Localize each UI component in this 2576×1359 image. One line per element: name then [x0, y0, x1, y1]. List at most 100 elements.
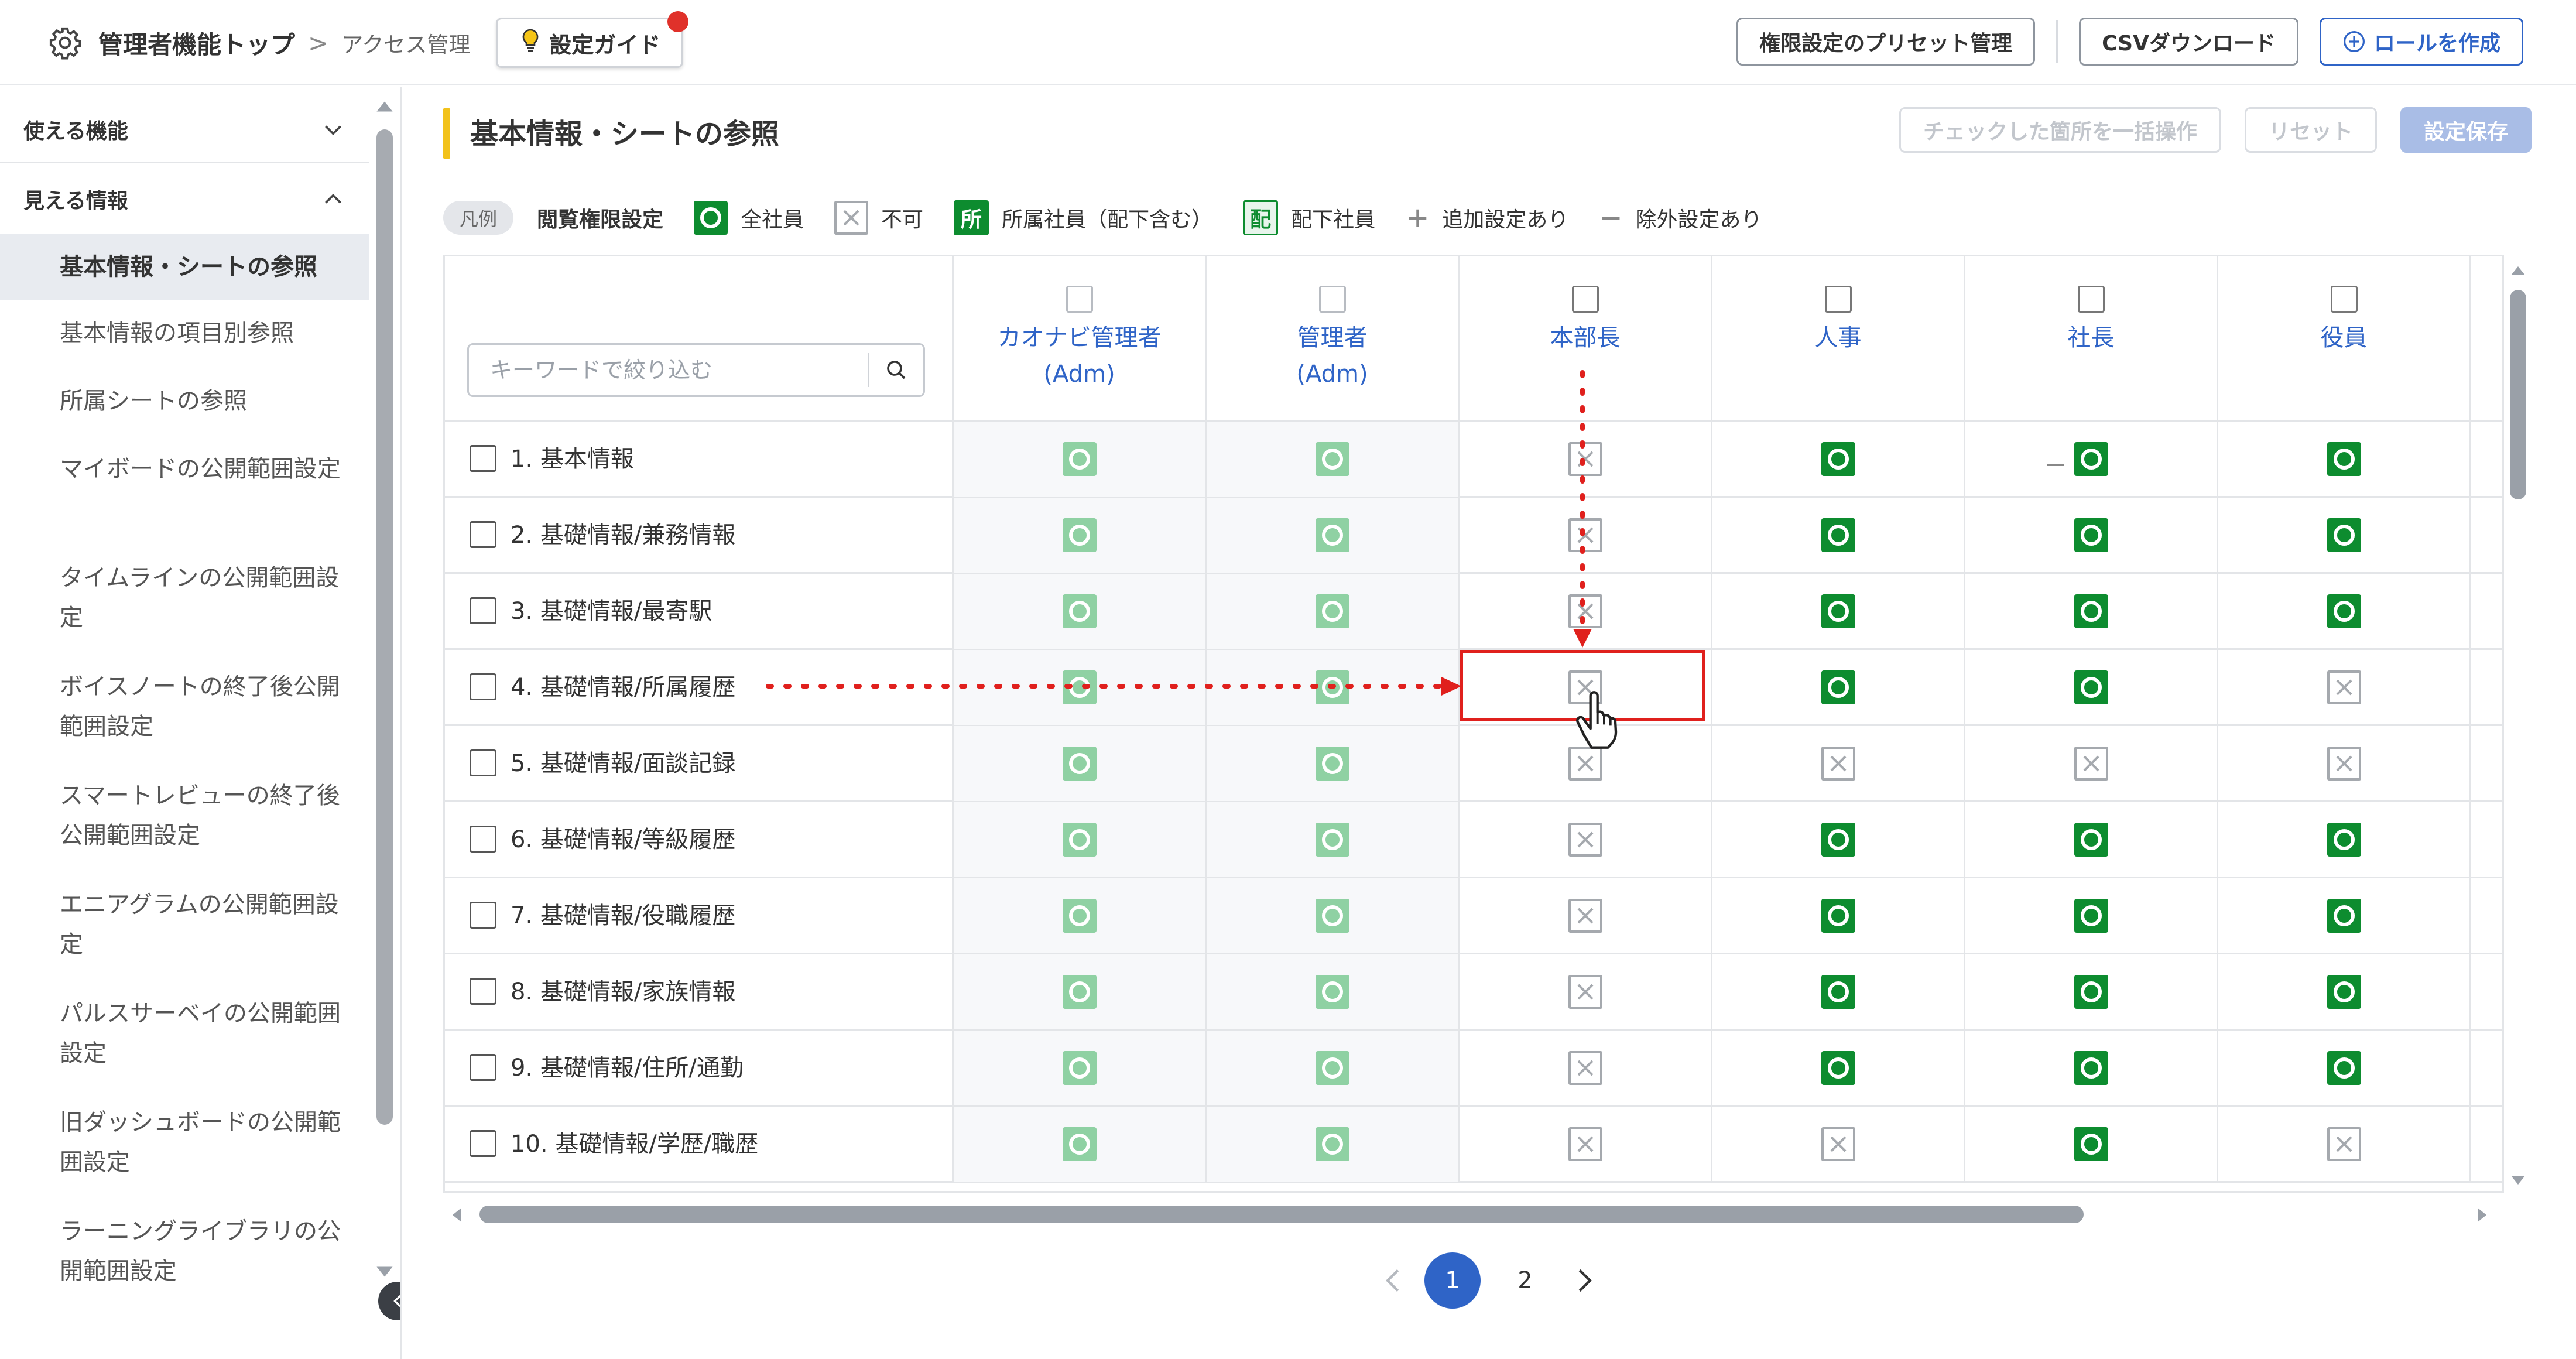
permission-cell[interactable]	[1711, 498, 1964, 573]
sidebar-item-basic-info-by-field[interactable]: 基本情報の項目別参照	[0, 313, 369, 353]
permission-cell[interactable]	[1964, 1031, 2217, 1105]
permission-cell[interactable]	[1964, 574, 2217, 649]
save-settings-button[interactable]: 設定保存	[2400, 107, 2532, 153]
permission-cell[interactable]	[1711, 650, 1964, 725]
sidebar-item-dept-sheet[interactable]: 所属シートの参照	[0, 381, 369, 421]
row-checkbox[interactable]	[470, 521, 496, 548]
permission-cell[interactable]	[1964, 498, 2217, 573]
sidebar-item-timeline[interactable]: タイムラインの公開範囲設定	[0, 558, 369, 638]
permission-cell[interactable]	[1964, 650, 2217, 725]
permission-cell[interactable]	[2217, 422, 2469, 497]
permission-cell[interactable]	[1711, 422, 1964, 497]
keyword-filter-input[interactable]: キーワードで絞り込む	[467, 343, 925, 397]
column-checkbox[interactable]	[1572, 286, 1599, 313]
permission-cell[interactable]	[952, 1107, 1205, 1182]
permission-cell[interactable]	[1205, 878, 1458, 953]
csv-download-button[interactable]: CSVダウンロード	[2079, 18, 2298, 66]
page-2-button[interactable]: 2	[1497, 1252, 1553, 1309]
table-scroll-left-icon[interactable]	[450, 1207, 463, 1226]
permission-cell[interactable]	[1964, 726, 2217, 801]
permission-cell[interactable]	[1205, 726, 1458, 801]
sidebar-item-basic-info-sheet[interactable]: 基本情報・シートの参照	[0, 234, 369, 300]
permission-cell[interactable]	[1205, 650, 1458, 725]
row-checkbox[interactable]	[470, 445, 496, 472]
permission-cell[interactable]	[1964, 878, 2217, 953]
permission-cell[interactable]	[952, 726, 1205, 801]
permission-cell[interactable]	[952, 574, 1205, 649]
permission-cell[interactable]	[1964, 1107, 2217, 1182]
preset-management-button[interactable]: 権限設定のプリセット管理	[1736, 18, 2036, 66]
row-checkbox[interactable]	[470, 1054, 496, 1081]
permission-cell[interactable]	[1205, 498, 1458, 573]
permission-cell[interactable]	[1711, 726, 1964, 801]
reset-button[interactable]: リセット	[2244, 107, 2377, 153]
table-scroll-down-icon[interactable]	[2510, 1174, 2526, 1189]
row-checkbox[interactable]	[470, 749, 496, 776]
row-checkbox[interactable]	[470, 597, 496, 624]
next-page-icon[interactable]	[1561, 1268, 1608, 1293]
table-horizontal-scrollbar[interactable]	[479, 1206, 2084, 1223]
permission-cell[interactable]	[952, 650, 1205, 725]
row-checkbox[interactable]	[470, 1130, 496, 1157]
permission-cell[interactable]	[2217, 878, 2469, 953]
prev-page-icon[interactable]	[1369, 1268, 1416, 1293]
permission-cell[interactable]	[1711, 954, 1964, 1029]
permission-cell[interactable]	[1205, 1031, 1458, 1105]
permission-cell[interactable]	[2217, 802, 2469, 877]
permission-cell[interactable]	[1711, 802, 1964, 877]
permission-cell[interactable]	[1205, 954, 1458, 1029]
search-icon[interactable]	[869, 345, 923, 395]
sidebar-item-old-dashboard[interactable]: 旧ダッシュボードの公開範囲設定	[0, 1103, 369, 1182]
sidebar-section-features[interactable]: 使える機能	[0, 97, 369, 163]
permission-cell[interactable]	[2217, 726, 2469, 801]
column-checkbox[interactable]	[1066, 286, 1093, 313]
permission-cell[interactable]	[1964, 422, 2217, 497]
sidebar-item-pulse-survey[interactable]: パルスサーベイの公開範囲設定	[0, 994, 369, 1073]
permission-cell[interactable]	[952, 1031, 1205, 1105]
page-1-button[interactable]: 1	[1424, 1252, 1481, 1309]
sidebar-item-smartreview[interactable]: スマートレビューの終了後公開範囲設定	[0, 776, 369, 855]
permission-cell[interactable]	[2217, 498, 2469, 573]
permission-cell[interactable]	[1458, 422, 1711, 497]
permission-cell[interactable]	[1205, 574, 1458, 649]
sidebar-scrollbar[interactable]	[376, 129, 393, 1125]
permission-cell[interactable]	[1205, 802, 1458, 877]
sidebar-item-myboard[interactable]: マイボードの公開範囲設定	[0, 449, 369, 489]
table-scroll-up-icon[interactable]	[2510, 264, 2526, 279]
permission-cell[interactable]	[1458, 954, 1711, 1029]
sidebar-item-voicenote[interactable]: ボイスノートの終了後公開範囲設定	[0, 667, 369, 747]
permission-cell[interactable]	[1458, 878, 1711, 953]
permission-cell[interactable]	[1964, 954, 2217, 1029]
permission-cell[interactable]	[1458, 498, 1711, 573]
sidebar-collapse-button[interactable]	[378, 1282, 400, 1320]
row-checkbox[interactable]	[470, 673, 496, 700]
permission-cell[interactable]	[952, 802, 1205, 877]
permission-cell[interactable]	[952, 878, 1205, 953]
column-checkbox[interactable]	[1319, 286, 1346, 313]
sidebar-section-info[interactable]: 見える情報	[0, 166, 369, 232]
setup-guide-button[interactable]: 設定ガイド	[496, 11, 689, 68]
row-checkbox[interactable]	[470, 902, 496, 929]
sidebar-item-learning-library[interactable]: ラーニングライブラリの公開範囲設定	[0, 1211, 369, 1291]
create-role-button[interactable]: ロールを作成	[2319, 18, 2523, 66]
permission-cell[interactable]	[2217, 954, 2469, 1029]
permission-cell[interactable]	[2217, 1031, 2469, 1105]
breadcrumb-admin-top[interactable]: 管理者機能トップ	[98, 25, 295, 61]
table-vertical-scrollbar[interactable]	[2510, 290, 2526, 499]
sidebar-item-enneagram[interactable]: エニアグラムの公開範囲設定	[0, 885, 369, 964]
permission-cell[interactable]	[2217, 1107, 2469, 1182]
row-checkbox[interactable]	[470, 826, 496, 853]
table-scroll-right-icon[interactable]	[2476, 1207, 2489, 1226]
permission-cell[interactable]	[1711, 1031, 1964, 1105]
permission-cell[interactable]	[1205, 422, 1458, 497]
permission-cell[interactable]	[1205, 1107, 1458, 1182]
permission-cell[interactable]	[2217, 574, 2469, 649]
permission-cell[interactable]	[952, 498, 1205, 573]
permission-cell[interactable]	[1458, 802, 1711, 877]
row-checkbox[interactable]	[470, 978, 496, 1005]
column-checkbox[interactable]	[2078, 286, 2105, 313]
breadcrumb-access-management[interactable]: アクセス管理	[341, 27, 470, 59]
permission-cell[interactable]	[1711, 574, 1964, 649]
permission-cell[interactable]	[1964, 802, 2217, 877]
permission-cell[interactable]	[952, 954, 1205, 1029]
